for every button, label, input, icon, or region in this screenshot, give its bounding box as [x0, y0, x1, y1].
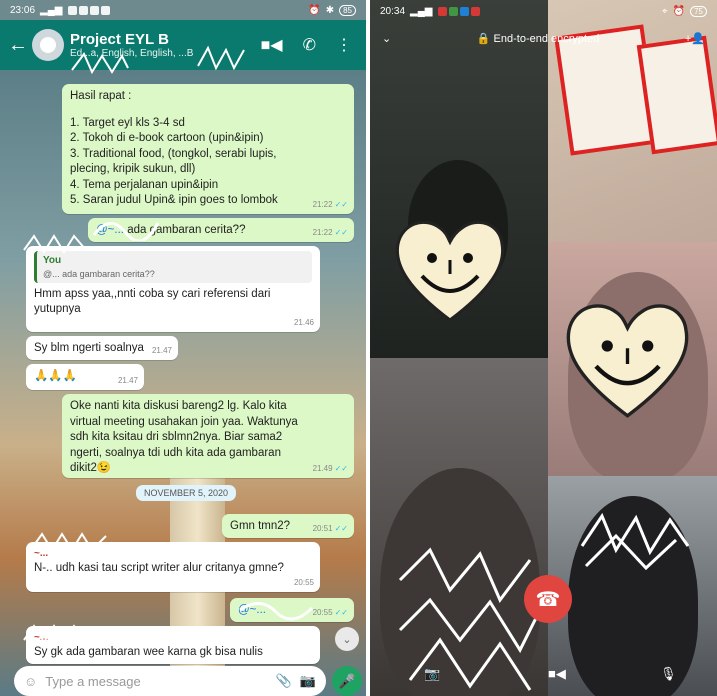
heart-sticker	[395, 221, 505, 322]
lock-icon: 🔒	[476, 32, 494, 45]
message-text: Gmn tmn2?	[230, 520, 291, 532]
date-chip: NOVEMBER 5, 2020	[136, 485, 237, 501]
read-ticks-icon: ✓✓	[334, 228, 348, 238]
message-emoji[interactable]: 🙏🙏🙏 21.47	[26, 364, 144, 390]
message-text: 🙏🙏🙏	[34, 370, 77, 382]
mic-button[interactable]: 🎤	[332, 666, 362, 696]
message-input[interactable]: Type a message	[45, 674, 267, 689]
privacy-scribble	[23, 234, 87, 254]
notification-icons	[437, 6, 480, 16]
message-text: Hmm apss yaa,,nnti coba sy cari referens…	[34, 287, 271, 316]
message-discussion[interactable]: Oke nanti kita diskusi bareng2 lg. Kalo …	[62, 394, 354, 478]
battery-level: 75	[690, 5, 707, 17]
privacy-scribble	[398, 547, 542, 691]
chat-header: ← Project EYL B Ed...a, English, English…	[0, 20, 366, 70]
status-time: 23:06	[10, 4, 36, 16]
chat-screen: 23:06 ▂▄▆ ⏰ ✱ 85 ← Project EYL B Ed...a,…	[0, 0, 366, 696]
location-icon: ⌖	[662, 5, 668, 17]
message-line: 4. Tema perjalanan upin&ipin	[70, 178, 219, 191]
alarm-icon: ⏰	[672, 5, 686, 17]
alarm-icon: ⏰	[308, 4, 321, 16]
privacy-scribble	[239, 602, 314, 621]
message-line: dikit2😉	[70, 462, 112, 475]
message-line: Hasil rapat :	[70, 90, 132, 102]
privacy-scribble	[71, 52, 129, 75]
message-line: 5. Saran judul Upin& ipin goes to lombok	[70, 194, 278, 207]
phone-icon[interactable]: ✆	[303, 35, 316, 55]
message-line: 1. Target eyl kls 3-4 sd	[70, 116, 185, 129]
message-how-friends[interactable]: Gmn tmn2? 20:51 ✓✓	[222, 514, 354, 538]
end-call-button[interactable]: ☎	[524, 575, 572, 623]
message-time: 21:22	[312, 228, 333, 238]
message-time: 20:51	[312, 524, 333, 534]
message-line: Oke nanti kita diskusi bareng2 lg. Kalo …	[70, 400, 287, 412]
message-time: 21.49	[312, 464, 333, 474]
message-time: 21.46	[293, 318, 314, 328]
read-ticks-icon: ✓✓	[334, 608, 348, 618]
mute-icon[interactable]: 🎙	[660, 666, 677, 682]
message-line: 2. Tokoh di e-book cartoon (upin&ipin)	[70, 132, 264, 145]
video-call-screen: 20:34 ▂▄▆ ⌖ ⏰ 75 ⌄ 🔒 End-to-end encrypte…	[370, 0, 717, 696]
message-time: 21.47	[151, 346, 172, 356]
hang-up-icon: ☎	[535, 588, 561, 611]
privacy-scribble	[92, 222, 160, 241]
group-avatar[interactable]	[32, 29, 64, 61]
message-meeting-notes[interactable]: Hasil rapat : 1. Target eyl kls 3-4 sd 2…	[62, 84, 354, 214]
switch-camera-icon[interactable]: 📷	[424, 666, 440, 682]
more-icon[interactable]: ⋮	[336, 35, 352, 55]
heart-sticker	[566, 304, 689, 418]
message-time: 20:55	[293, 578, 314, 588]
message-text: Sy blm ngerti soalnya	[34, 342, 144, 354]
scroll-down-icon[interactable]: ⌄	[335, 627, 359, 651]
privacy-scribble	[31, 532, 107, 552]
video-call-icon[interactable]: ■◀	[261, 35, 283, 55]
notification-icons	[67, 5, 110, 15]
add-participant-icon[interactable]: +👤	[685, 32, 705, 45]
status-time: 20:34	[380, 5, 406, 17]
encryption-notice: 🔒 End-to-end encrypted	[476, 32, 600, 45]
message-text: Sy gk ada gambaran wee karna gk bisa nul…	[34, 645, 263, 658]
camera-icon[interactable]: 📷	[300, 673, 316, 689]
bluetooth-icon: ✱	[325, 4, 335, 16]
read-ticks-icon: ✓✓	[334, 464, 348, 474]
message-time: 21.47	[117, 376, 138, 386]
privacy-scribble	[23, 624, 87, 644]
privacy-scribble	[580, 512, 690, 571]
attach-icon[interactable]: 📎	[276, 673, 292, 689]
message-text: N-.. udh kasi tau script writer alur cri…	[34, 561, 284, 574]
signal-icon: ▂▄▆	[410, 5, 433, 17]
message-line: plecing, kripik sukun, dll)	[70, 163, 196, 176]
message-line: sdh kita ksitau dri sblmn2nya. Biar sama…	[70, 431, 283, 444]
collapse-icon[interactable]: ⌄	[382, 32, 391, 45]
message-not-understand[interactable]: Sy blm ngerti soalnya 21.47	[26, 336, 178, 360]
quote-text: @... ada gambaran cerita??	[43, 268, 155, 279]
privacy-scribble	[197, 45, 245, 71]
back-arrow-icon[interactable]: ←	[8, 34, 28, 57]
status-bar: 20:34 ▂▄▆ ⌖ ⏰ 75	[370, 0, 717, 22]
message-time: 21:22 ✓✓	[312, 200, 348, 210]
emoji-icon[interactable]: ☺	[24, 674, 37, 689]
screenshot-collage: 23:06 ▂▄▆ ⏰ ✱ 85 ← Project EYL B Ed...a,…	[0, 0, 717, 696]
call-header: ⌄ 🔒 End-to-end encrypted +👤	[370, 22, 717, 54]
read-ticks-icon: ✓✓	[334, 524, 348, 534]
status-bar: 23:06 ▂▄▆ ⏰ ✱ 85	[0, 0, 366, 20]
message-input-bar[interactable]: ☺ Type a message 📎 📷	[14, 666, 326, 696]
message-line: 3. Traditional food, (tongkol, serabi lu…	[70, 147, 277, 160]
message-reply[interactable]: You @... ada gambaran cerita?? Hmm apss …	[26, 246, 320, 332]
signal-icon: ▂▄▆	[40, 4, 63, 16]
message-line: virtual meeting usahakan join yaa. Waktu…	[70, 415, 298, 428]
video-off-icon[interactable]: ■◀	[548, 666, 566, 682]
message-line: ngerti, soalnya tdi udh kita ada gambara…	[70, 446, 281, 459]
read-ticks-icon: ✓✓	[334, 200, 348, 210]
battery-level: 85	[339, 4, 356, 16]
mic-icon: 🎤	[338, 672, 356, 689]
